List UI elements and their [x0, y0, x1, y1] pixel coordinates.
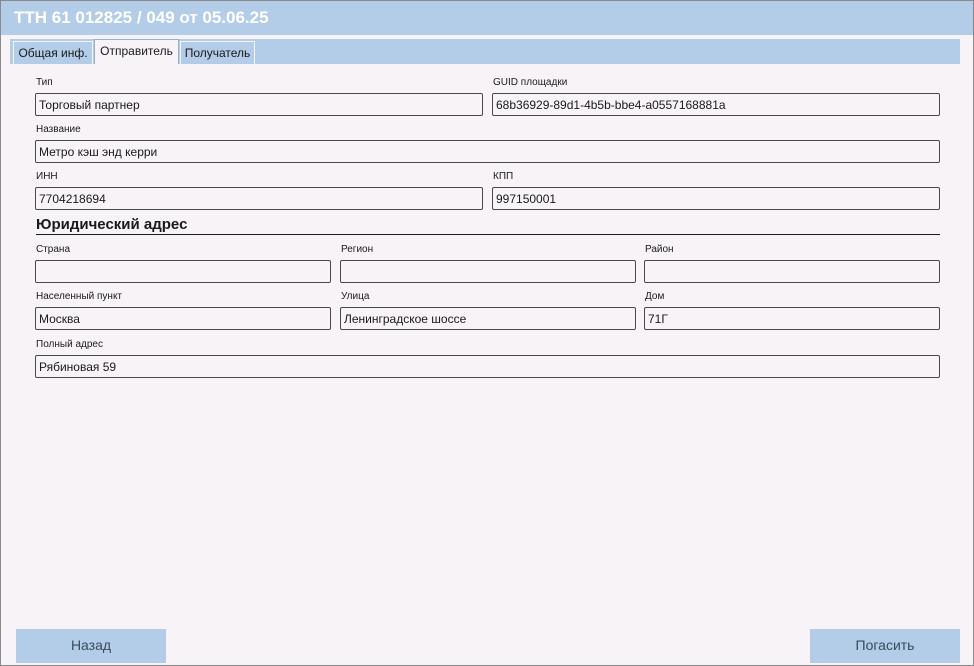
guid-field[interactable]: 68b36929-89d1-4b5b-bbe4-a0557168881a	[492, 93, 940, 116]
name-field[interactable]: Метро кэш энд керри	[35, 140, 940, 163]
legal-address-heading: Юридический адрес	[36, 216, 188, 233]
title-bar: ТТН 61 012825 / 049 от 05.06.25	[1, 1, 973, 37]
section-divider	[36, 234, 940, 235]
redeem-button[interactable]: Погасить	[810, 629, 960, 663]
inn-field[interactable]: 7704218694	[35, 187, 483, 210]
full-address-field[interactable]: Рябиновая 59	[35, 355, 940, 378]
house-label: Дом	[645, 291, 665, 302]
district-field[interactable]	[644, 260, 940, 283]
guid-label: GUID площадки	[493, 77, 568, 88]
app-window: ТТН 61 012825 / 049 от 05.06.25 Общая ин…	[0, 0, 974, 666]
inn-label: ИНН	[36, 171, 58, 182]
back-button[interactable]: Назад	[16, 629, 166, 663]
type-field[interactable]: Торговый партнер	[35, 93, 483, 116]
type-label: Тип	[36, 77, 53, 88]
street-field[interactable]: Ленинградское шоссе	[340, 307, 636, 330]
house-field[interactable]: 71Г	[644, 307, 940, 330]
kpp-label: КПП	[493, 171, 514, 182]
tab-general-info[interactable]: Общая инф.	[13, 41, 93, 64]
region-label: Регион	[341, 244, 374, 255]
name-label: Название	[36, 124, 81, 135]
country-field[interactable]	[35, 260, 331, 283]
page-title: ТТН 61 012825 / 049 от 05.06.25	[14, 8, 269, 27]
kpp-field[interactable]: 997150001	[492, 187, 940, 210]
city-field[interactable]: Москва	[35, 307, 331, 330]
district-label: Район	[645, 244, 674, 255]
full-address-label: Полный адрес	[36, 339, 103, 350]
street-label: Улица	[341, 291, 370, 302]
tab-recipient[interactable]: Получатель	[180, 41, 255, 64]
sender-form: Тип Торговый партнер GUID площадки 68b36…	[1, 64, 973, 624]
tab-sender[interactable]: Отправитель	[94, 39, 179, 64]
city-label: Населенный пункт	[36, 291, 123, 302]
region-field[interactable]	[340, 260, 636, 283]
country-label: Страна	[36, 244, 71, 255]
